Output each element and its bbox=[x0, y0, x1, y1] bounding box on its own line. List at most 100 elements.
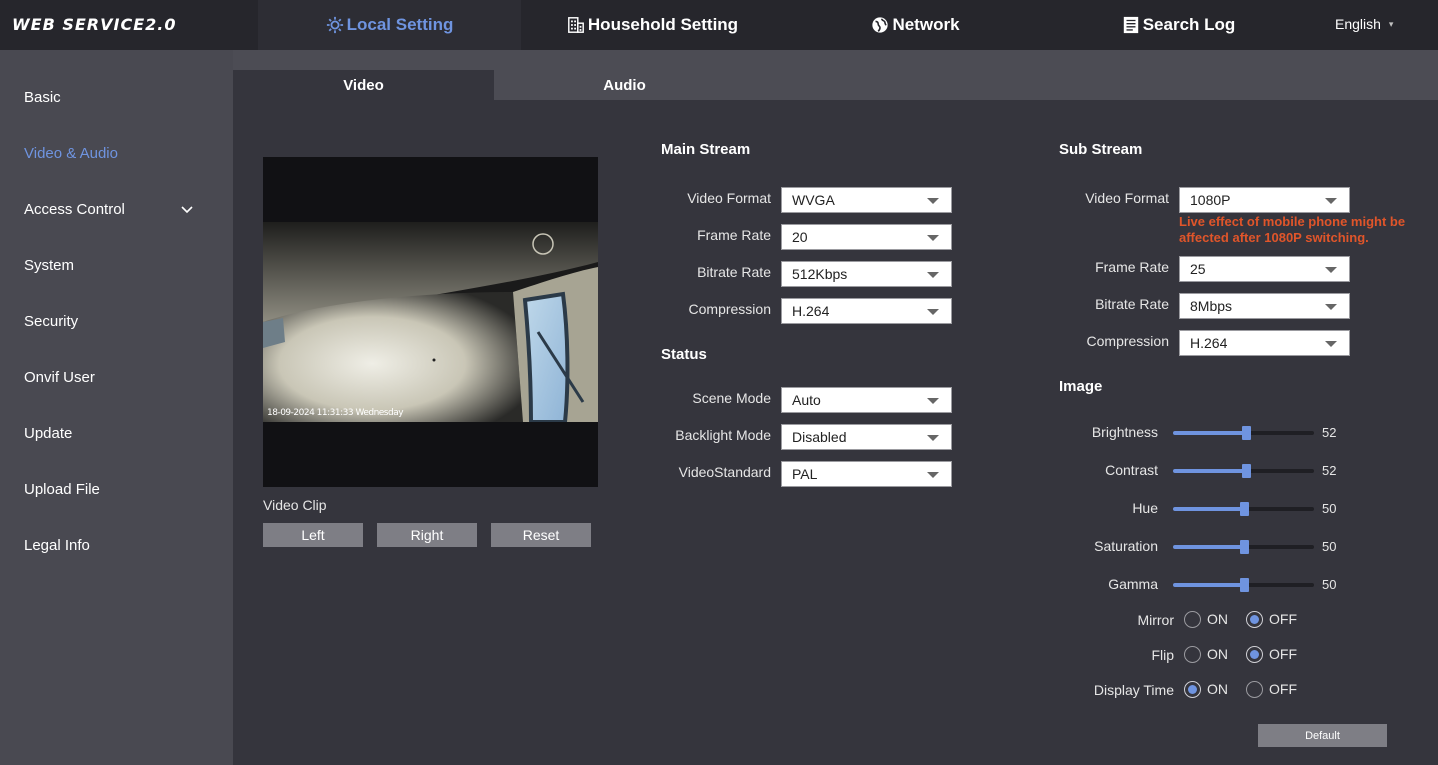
sidebar-item-legal-info[interactable]: Legal Info bbox=[24, 536, 204, 556]
hue-slider[interactable] bbox=[1173, 502, 1314, 516]
main-video-format-select[interactable]: WVGA bbox=[781, 187, 952, 213]
gamma-value: 50 bbox=[1322, 577, 1337, 592]
display-time-off-radio[interactable] bbox=[1246, 681, 1263, 698]
flip-on-radio[interactable] bbox=[1184, 646, 1201, 663]
slider-handle[interactable] bbox=[1239, 578, 1249, 592]
video-standard-value: PAL bbox=[792, 466, 818, 482]
sub-video-format-label: Video Format bbox=[1085, 190, 1169, 206]
video-clip-label: Video Clip bbox=[263, 497, 327, 513]
display-time-label: Display Time bbox=[1093, 682, 1174, 698]
slider-fill bbox=[1173, 469, 1247, 473]
sidebar: Basic Video & Audio Access Control Syste… bbox=[0, 50, 233, 765]
top-bar: WEB SERVICE2.0 Local Setting Household S… bbox=[0, 0, 1438, 50]
tab-audio[interactable]: Audio bbox=[494, 70, 755, 100]
contrast-slider[interactable] bbox=[1173, 464, 1314, 478]
sidebar-item-update[interactable]: Update bbox=[24, 424, 204, 444]
nav-household-setting[interactable]: Household Setting bbox=[521, 0, 784, 50]
sub-bitrate-value: 8Mbps bbox=[1190, 298, 1233, 314]
backlight-mode-value: Disabled bbox=[792, 429, 847, 445]
nav-local-setting[interactable]: Local Setting bbox=[258, 0, 521, 50]
slider-fill bbox=[1173, 507, 1244, 511]
building-icon bbox=[567, 17, 584, 33]
contrast-label: Contrast bbox=[1105, 462, 1158, 478]
chevron-down-icon bbox=[181, 206, 193, 214]
dropdown-arrow-icon bbox=[1325, 341, 1337, 347]
status-title: Status bbox=[661, 346, 707, 363]
main-compression-select[interactable]: H.264 bbox=[781, 298, 952, 324]
sidebar-item-upload-file[interactable]: Upload File bbox=[24, 480, 204, 500]
video-standard-select[interactable]: PAL bbox=[781, 461, 952, 487]
sub-frame-rate-select[interactable]: 25 bbox=[1179, 256, 1350, 282]
backlight-mode-label: Backlight Mode bbox=[675, 427, 771, 443]
default-button[interactable]: Default bbox=[1258, 724, 1387, 747]
sub-compression-label: Compression bbox=[1086, 333, 1169, 349]
chevron-down-icon: ▾ bbox=[1388, 18, 1394, 29]
dropdown-arrow-icon bbox=[927, 472, 939, 478]
sidebar-item-onvif-user[interactable]: Onvif User bbox=[24, 368, 204, 388]
mirror-off-label: OFF bbox=[1269, 611, 1297, 627]
mirror-on-label: ON bbox=[1207, 611, 1228, 627]
mirror-off-radio[interactable] bbox=[1246, 611, 1263, 628]
nav-local-setting-label: Local Setting bbox=[346, 15, 454, 34]
slider-fill bbox=[1173, 431, 1247, 435]
dropdown-arrow-icon bbox=[1325, 267, 1337, 273]
slider-handle[interactable] bbox=[1239, 540, 1249, 554]
saturation-value: 50 bbox=[1322, 539, 1337, 554]
main-video-format-label: Video Format bbox=[687, 190, 771, 206]
dropdown-arrow-icon bbox=[1325, 304, 1337, 310]
clip-reset-button[interactable]: Reset bbox=[491, 523, 591, 547]
sub-stream-warning: Live effect of mobile phone might be aff… bbox=[1179, 214, 1406, 245]
image-title: Image bbox=[1059, 378, 1103, 395]
sidebar-item-access-control[interactable]: Access Control bbox=[24, 200, 204, 220]
backlight-mode-select[interactable]: Disabled bbox=[781, 424, 952, 450]
nav-search-log[interactable]: Search Log bbox=[1047, 0, 1310, 50]
sidebar-item-basic[interactable]: Basic bbox=[24, 88, 204, 108]
slider-handle[interactable] bbox=[1242, 464, 1252, 478]
clip-right-button[interactable]: Right bbox=[377, 523, 477, 547]
sub-tab-strip: Video Audio bbox=[233, 50, 1438, 100]
sub-stream-title: Sub Stream bbox=[1059, 141, 1143, 158]
main-frame-rate-select[interactable]: 20 bbox=[781, 224, 952, 250]
sidebar-item-label: Access Control bbox=[24, 201, 125, 218]
clip-left-button[interactable]: Left bbox=[263, 523, 363, 547]
sidebar-item-system[interactable]: System bbox=[24, 256, 204, 276]
scene-mode-select[interactable]: Auto bbox=[781, 387, 952, 413]
hue-label: Hue bbox=[1132, 500, 1158, 516]
nav-network[interactable]: Network bbox=[784, 0, 1047, 50]
slider-handle[interactable] bbox=[1242, 426, 1252, 440]
sidebar-item-security[interactable]: Security bbox=[24, 312, 204, 332]
scene-mode-value: Auto bbox=[792, 392, 821, 408]
tab-video[interactable]: Video bbox=[233, 70, 494, 100]
globe-icon bbox=[872, 17, 889, 33]
nav-search-log-label: Search Log bbox=[1142, 15, 1236, 34]
log-icon bbox=[1123, 16, 1138, 34]
display-time-on-radio[interactable] bbox=[1184, 681, 1201, 698]
gamma-label: Gamma bbox=[1108, 576, 1158, 592]
flip-off-radio[interactable] bbox=[1246, 646, 1263, 663]
slider-fill bbox=[1173, 545, 1244, 549]
sub-compression-value: H.264 bbox=[1190, 335, 1228, 351]
mirror-on-radio[interactable] bbox=[1184, 611, 1201, 628]
brightness-slider[interactable] bbox=[1173, 426, 1314, 440]
sub-bitrate-select[interactable]: 8Mbps bbox=[1179, 293, 1350, 319]
main-bitrate-label: Bitrate Rate bbox=[697, 264, 771, 280]
camera-feed-image bbox=[263, 222, 598, 422]
sub-bitrate-label: Bitrate Rate bbox=[1095, 296, 1169, 312]
dropdown-arrow-icon bbox=[927, 272, 939, 278]
hue-value: 50 bbox=[1322, 501, 1337, 516]
slider-handle[interactable] bbox=[1239, 502, 1249, 516]
display-time-on-label: ON bbox=[1207, 681, 1228, 697]
sidebar-item-video-audio[interactable]: Video & Audio bbox=[24, 144, 204, 164]
dropdown-arrow-icon bbox=[927, 235, 939, 241]
flip-off-label: OFF bbox=[1269, 646, 1297, 662]
sub-frame-rate-label: Frame Rate bbox=[1095, 259, 1169, 275]
main-bitrate-select[interactable]: 512Kbps bbox=[781, 261, 952, 287]
flip-on-label: ON bbox=[1207, 646, 1228, 662]
sub-video-format-select[interactable]: 1080P bbox=[1179, 187, 1350, 213]
gamma-slider[interactable] bbox=[1173, 578, 1314, 592]
dropdown-arrow-icon bbox=[1325, 198, 1337, 204]
main-compression-label: Compression bbox=[688, 301, 771, 317]
language-selector[interactable]: English ▾ bbox=[1335, 16, 1393, 32]
sub-compression-select[interactable]: H.264 bbox=[1179, 330, 1350, 356]
saturation-slider[interactable] bbox=[1173, 540, 1314, 554]
